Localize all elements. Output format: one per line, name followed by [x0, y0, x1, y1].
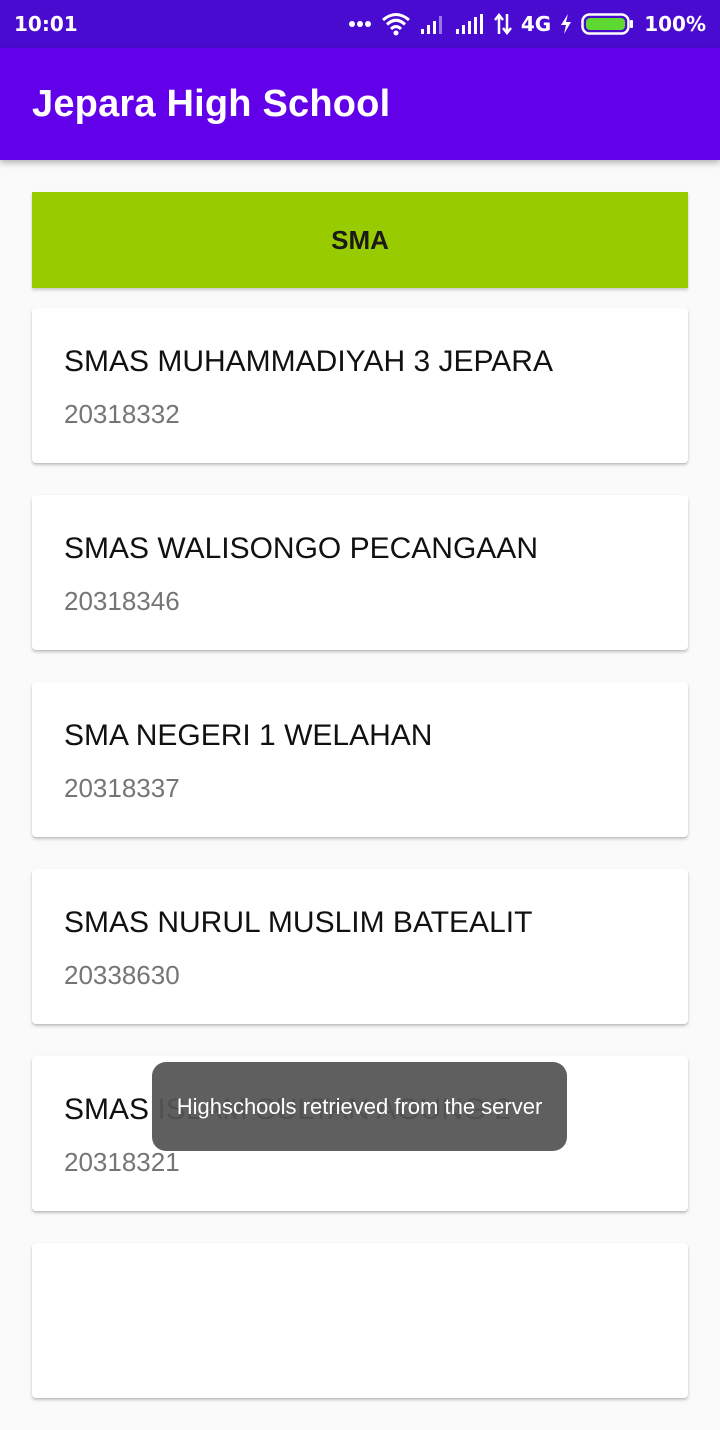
status-time: 10:01: [14, 12, 78, 36]
wifi-icon: [381, 13, 410, 36]
battery-percent: 100%: [644, 12, 706, 36]
school-id: 20318337: [64, 773, 180, 803]
school-name: SMA NEGERI 1 WELAHAN: [64, 719, 433, 752]
network-type: 4G: [520, 12, 552, 36]
school-name: SMAS WALISONGO PECANGAAN: [64, 532, 538, 565]
status-icons: 4G 100%: [348, 12, 706, 36]
app-title: Jepara High School: [32, 82, 391, 125]
school-id: 20318332: [64, 399, 180, 429]
signal-2-icon: [455, 14, 483, 34]
toast-message: Highschools retrieved from the server: [152, 1062, 567, 1151]
battery-icon: [581, 13, 634, 35]
school-card[interactable]: SMAS MUHAMMADIYAH 3 JEPARA 20318332: [32, 308, 688, 463]
data-arrows-icon: [493, 13, 512, 35]
status-bar: 10:01 4G 100%: [0, 0, 720, 48]
school-card-partial[interactable]: [32, 1243, 688, 1398]
school-card[interactable]: SMAS WALISONGO PECANGAAN 20318346: [32, 495, 688, 650]
school-name: SMAS NURUL MUSLIM BATEALIT: [64, 906, 533, 939]
app-bar: Jepara High School: [0, 48, 720, 160]
school-list[interactable]: SMAS MUHAMMADIYAH 3 JEPARA 20318332 SMAS…: [32, 308, 688, 1430]
charging-bolt-icon: [561, 14, 572, 34]
section-header-sma: SMA: [32, 192, 688, 288]
school-card[interactable]: SMA NEGERI 1 WELAHAN 20318337: [32, 682, 688, 837]
school-id: 20318346: [64, 586, 180, 616]
signal-1-icon: [420, 16, 442, 34]
school-card[interactable]: SMAS NURUL MUSLIM BATEALIT 20338630: [32, 869, 688, 1024]
school-id: 20338630: [64, 960, 180, 990]
school-name: SMAS MUHAMMADIYAH 3 JEPARA: [64, 345, 553, 378]
school-id: 20318321: [64, 1147, 180, 1177]
more-dots-icon: [348, 21, 371, 27]
